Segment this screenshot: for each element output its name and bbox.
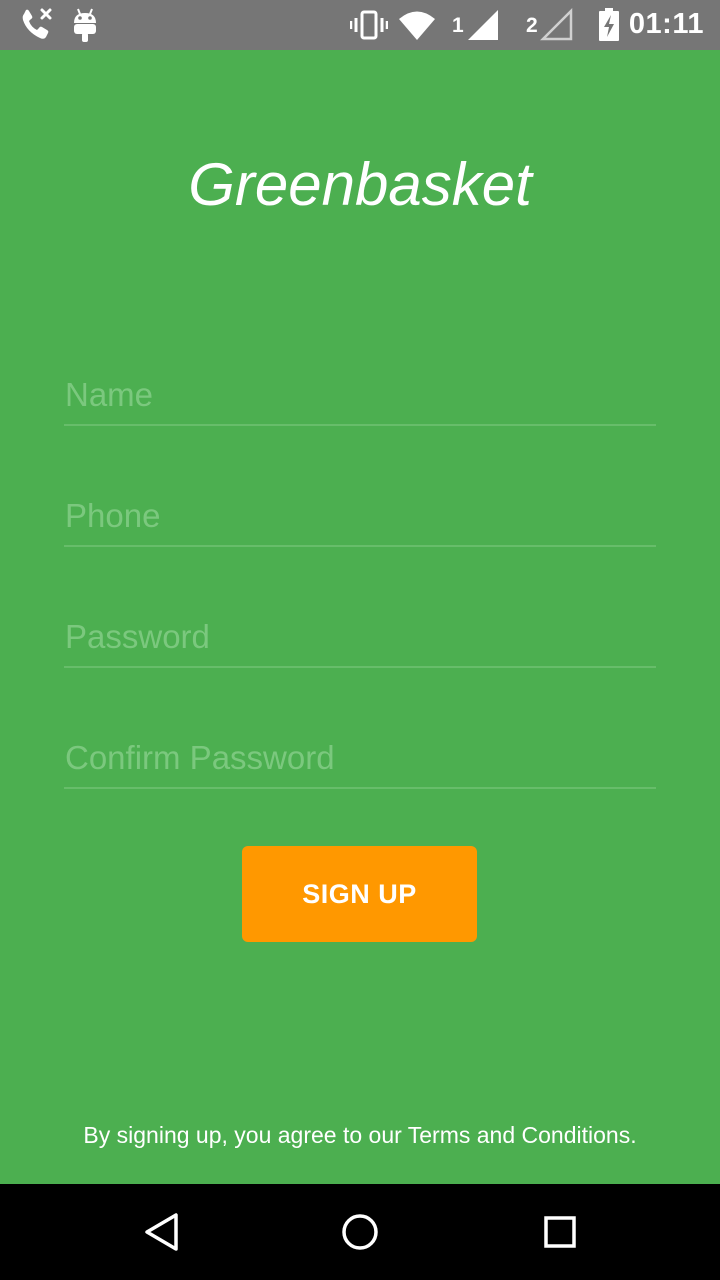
status-bar: 1 2 01:11 (0, 0, 720, 50)
signup-button[interactable]: SIGN UP (242, 846, 477, 942)
phone-input[interactable] (64, 487, 656, 547)
vibrate-icon (349, 6, 389, 49)
confirm-password-input[interactable] (64, 729, 656, 789)
password-input[interactable] (64, 608, 656, 668)
app-title: Greenbasket (188, 151, 532, 218)
navigation-bar (0, 1184, 720, 1280)
signup-screen: 1 2 01:11 Greenbasket SIGN UP By signi (0, 0, 720, 1280)
back-icon[interactable] (132, 1204, 188, 1260)
android-icon (70, 6, 100, 49)
wifi-icon (398, 6, 436, 49)
missed-call-icon (18, 6, 56, 49)
sim1-label: 1 (452, 14, 464, 37)
sim2-label: 2 (526, 14, 538, 37)
signal-sim2-icon (539, 6, 574, 49)
status-time: 01:11 (628, 8, 704, 40)
name-input[interactable] (64, 366, 656, 426)
battery-charging-icon (597, 6, 621, 49)
recents-icon[interactable] (532, 1204, 588, 1260)
terms-text: By signing up, you agree to our Terms an… (83, 1122, 637, 1148)
home-icon[interactable] (332, 1204, 388, 1260)
signal-sim1-icon (466, 6, 500, 49)
